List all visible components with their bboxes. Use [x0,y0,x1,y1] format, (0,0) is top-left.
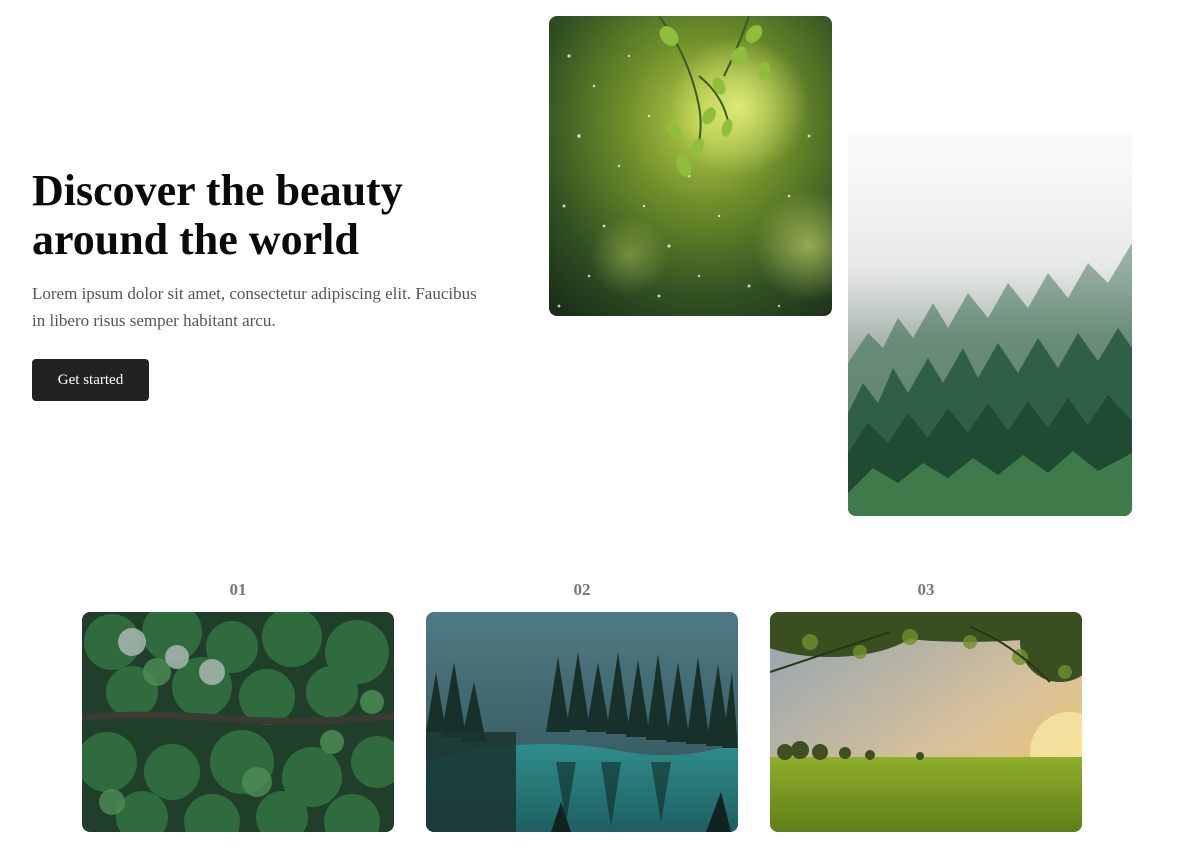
hero-subtitle: Lorem ipsum dolor sit amet, consectetur … [32,284,477,330]
mountain-lake-photo [426,612,738,832]
gallery-number-01: 01 [229,580,247,599]
sunset-meadow-photo [770,612,1082,832]
gallery-number-02: 02 [573,580,591,599]
leaves-bokeh-photo [549,16,832,316]
aerial-forest-photo [82,612,394,832]
hero-title: Discover the beauty around the world [32,166,403,264]
gallery-number-03: 03 [917,580,935,599]
misty-forest-photo [848,133,1132,516]
get-started-button[interactable]: Get started [32,359,149,401]
